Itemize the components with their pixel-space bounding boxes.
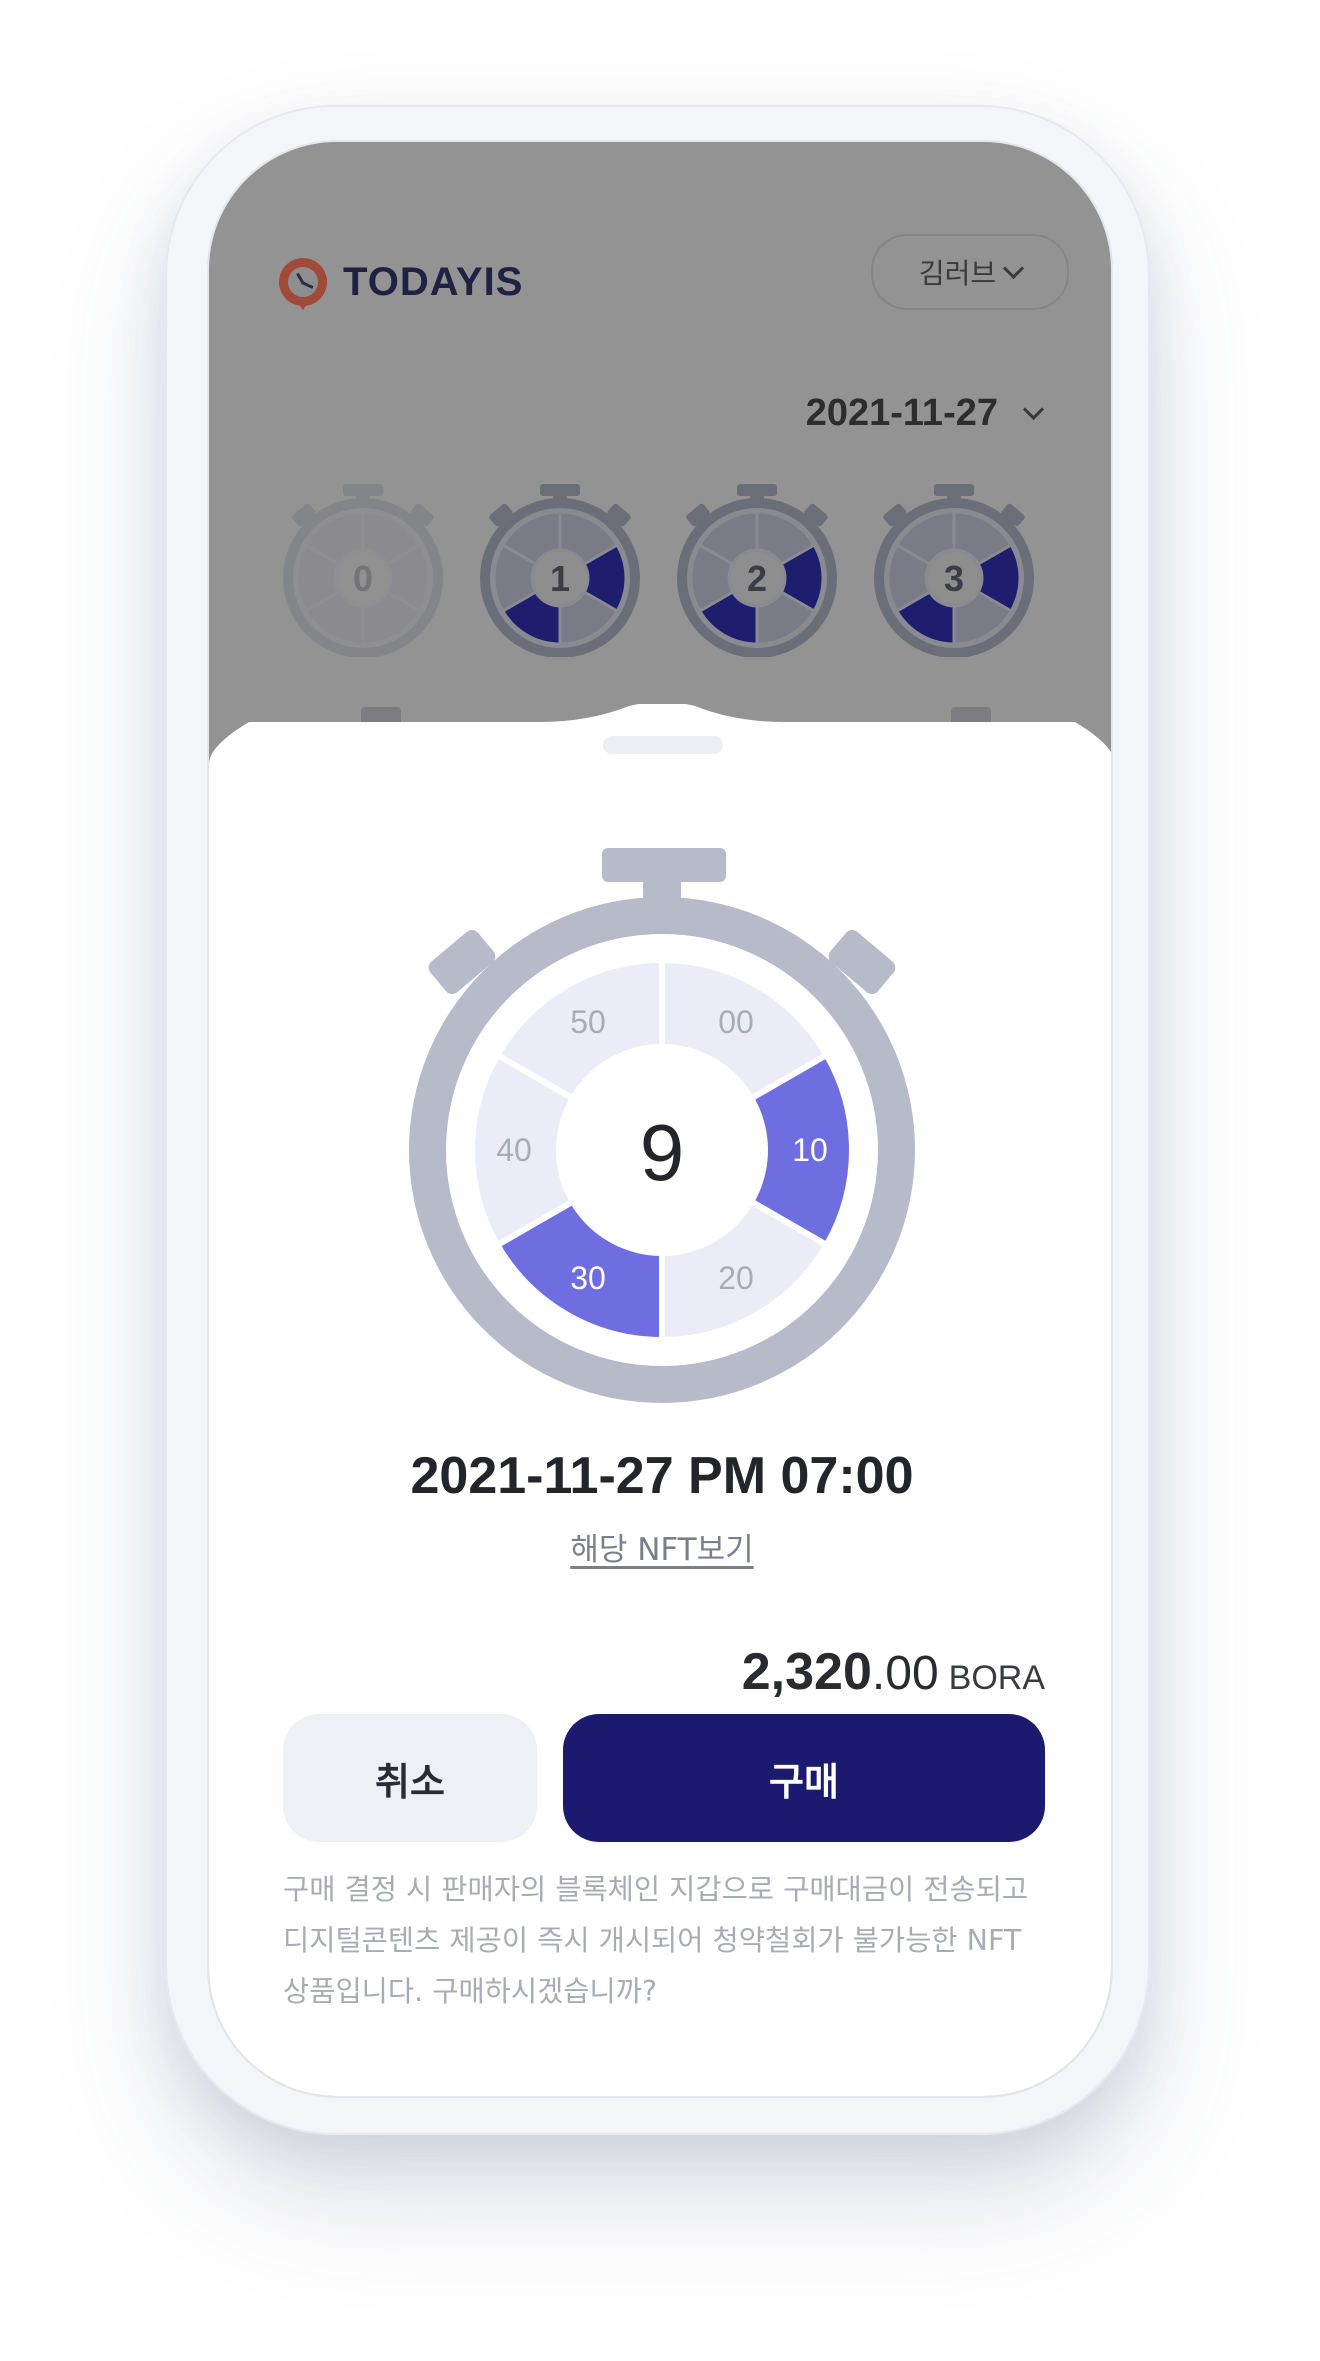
watch-number: 1 <box>550 558 570 599</box>
watch-grid-row: 0 1 2 3 <box>279 482 1059 662</box>
hour-number: 9 <box>640 1108 685 1197</box>
price-integer: 2,320 <box>741 1643 872 1701</box>
app-header: TODAYIS 김러브 <box>279 234 1069 332</box>
stopwatch-crown <box>602 848 726 882</box>
segment-label: 40 <box>496 1132 532 1168</box>
mini-stopwatch-icon: 3 <box>874 484 1034 658</box>
sheet-top-edge <box>209 704 1111 766</box>
segment-label: 20 <box>718 1260 754 1296</box>
buy-button[interactable]: 구매 <box>563 1714 1045 1842</box>
clock-logo-icon <box>279 258 327 310</box>
watch-card-3[interactable]: 3 <box>870 482 1038 658</box>
brand-name: TODAYIS <box>343 259 524 304</box>
segment-label: 30 <box>570 1260 606 1296</box>
watch-number: 3 <box>944 558 964 599</box>
purchase-bottom-sheet: 00 10 20 30 40 50 9 2021-11-27 PM 07:00 해당 NF… <box>209 704 1111 2096</box>
date-selector[interactable]: 2021-11-27 <box>805 392 1045 435</box>
app-logo[interactable]: TODAYIS <box>279 252 523 312</box>
mini-stopwatch-icon: 1 <box>480 484 640 658</box>
view-nft-link[interactable]: 해당 NFT보기 <box>209 1524 1111 1569</box>
user-name: 김러브 <box>918 257 997 290</box>
price-decimal: .00 <box>871 1647 939 1700</box>
segment-label: 00 <box>718 1004 754 1040</box>
watch-card-2[interactable]: 2 <box>673 482 841 658</box>
chevron-down-icon <box>1003 257 1025 279</box>
mini-stopwatch-icon: 0 <box>283 484 443 658</box>
watch-number: 2 <box>747 558 767 599</box>
cancel-button[interactable]: 취소 <box>283 1714 537 1842</box>
watch-card-1[interactable]: 1 <box>476 482 644 658</box>
stopwatch-dial: 00 10 20 30 40 50 9 <box>409 848 915 1403</box>
price-unit: BORA <box>948 1659 1045 1697</box>
segment-label: 50 <box>570 1004 606 1040</box>
mini-stopwatch-icon: 2 <box>677 484 837 658</box>
watch-number: 0 <box>353 558 373 599</box>
selected-date: 2021-11-27 <box>805 392 998 434</box>
segment-label: 10 <box>792 1132 828 1168</box>
user-menu-button[interactable]: 김러브 <box>871 234 1069 310</box>
chevron-down-icon <box>1022 398 1045 421</box>
price-display: 2,320 .00 BORA <box>742 1642 1045 1702</box>
phone-screen: TODAYIS 김러브 2021-11-27 0 1 2 3 00 10 20 30 40 50… <box>207 140 1113 2098</box>
selected-datetime: 2021-11-27 PM 07:00 <box>410 1447 914 1505</box>
purchase-notice: 구매 결정 시 판매자의 블록체인 지갑으로 구매대금이 전송되고 디지털콘텐츠… <box>283 1873 1029 2008</box>
sheet-drag-handle[interactable] <box>603 736 723 754</box>
watch-card-0[interactable]: 0 <box>279 482 447 658</box>
